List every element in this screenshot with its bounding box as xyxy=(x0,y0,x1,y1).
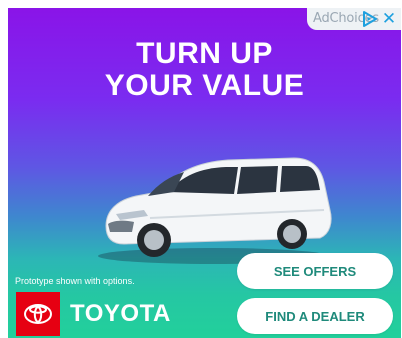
adchoices-triangle-icon[interactable] xyxy=(361,10,379,28)
toyota-logo-box[interactable] xyxy=(16,292,60,336)
headline-line-2: YOUR VALUE xyxy=(104,69,305,102)
adchoices-badge[interactable]: AdChoices ✕ xyxy=(307,8,401,30)
headline-line-1: TURN UP xyxy=(136,37,273,70)
see-offers-button[interactable]: SEE OFFERS xyxy=(237,253,393,289)
brand-name[interactable]: TOYOTA xyxy=(70,300,171,328)
toyota-emblem-icon xyxy=(24,304,52,324)
toyota-brand[interactable]: TOYOTA xyxy=(16,292,176,336)
headline: TURN UP YOUR VALUE xyxy=(8,38,401,102)
minivan-image[interactable] xyxy=(88,148,338,268)
close-icon[interactable]: ✕ xyxy=(381,8,397,30)
find-a-dealer-button[interactable]: FIND A DEALER xyxy=(237,298,393,334)
disclaimer-text: Prototype shown with options. xyxy=(15,276,135,286)
display-ad[interactable]: AdChoices ✕ TURN UP YOUR VALUE Prototype… xyxy=(8,8,401,338)
